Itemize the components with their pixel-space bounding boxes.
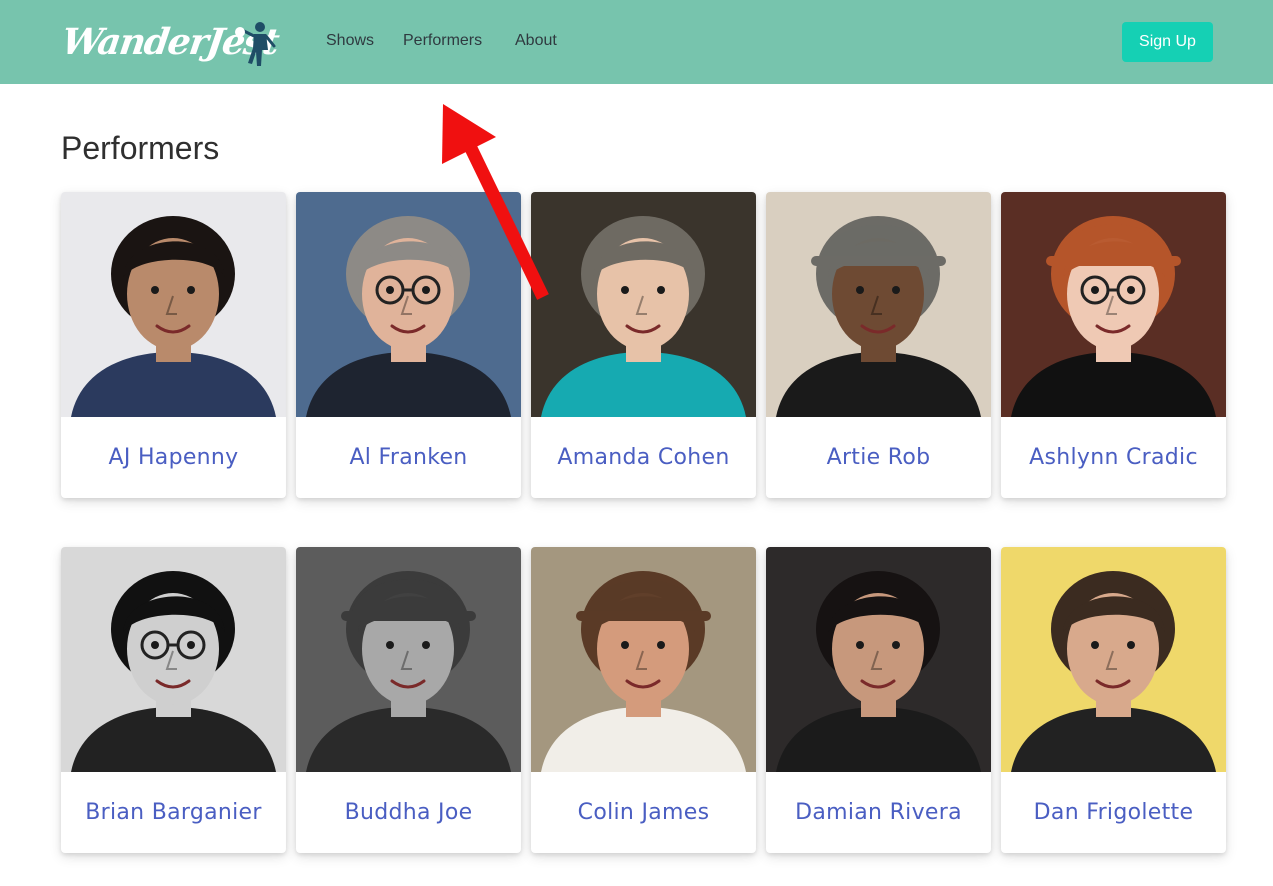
performer-photo[interactable] <box>296 547 521 772</box>
performer-photo[interactable] <box>61 547 286 772</box>
performer-photo[interactable] <box>766 547 991 772</box>
performer-name-link[interactable]: Damian Rivera <box>766 772 991 853</box>
performer-card[interactable]: Damian Rivera <box>766 547 991 853</box>
page-title: Performers <box>61 130 220 166</box>
nav-link-about[interactable]: About <box>515 32 557 50</box>
performer-card[interactable]: Amanda Cohen <box>531 192 756 498</box>
performer-photo[interactable] <box>61 192 286 417</box>
sign-up-button[interactable]: Sign Up <box>1122 22 1213 62</box>
performer-name-link[interactable]: Buddha Joe <box>296 772 521 853</box>
performer-name-link[interactable]: Brian Barganier <box>61 772 286 853</box>
performer-photo[interactable] <box>766 192 991 417</box>
performer-photo[interactable] <box>531 547 756 772</box>
performer-name-link[interactable]: AJ Hapenny <box>61 417 286 498</box>
nav-link-shows[interactable]: Shows <box>326 32 374 50</box>
performer-name-link[interactable]: Amanda Cohen <box>531 417 756 498</box>
performer-card[interactable]: Colin James <box>531 547 756 853</box>
top-navbar: WanderJest Shows Performers About Sign U… <box>0 0 1273 84</box>
performer-card[interactable]: Al Franken <box>296 192 521 498</box>
performer-name-link[interactable]: Dan Frigolette <box>1001 772 1226 853</box>
performer-name-link[interactable]: Ashlynn Cradic <box>1001 417 1226 498</box>
performer-name-link[interactable]: Colin James <box>531 772 756 853</box>
performer-name-link[interactable]: Al Franken <box>296 417 521 498</box>
performer-name-link[interactable]: Artie Rob <box>766 417 991 498</box>
wanderer-logo-icon <box>235 22 276 66</box>
performer-photo[interactable] <box>1001 192 1226 417</box>
performer-card[interactable]: Dan Frigolette <box>1001 547 1226 853</box>
performer-card[interactable]: Brian Barganier <box>61 547 286 853</box>
performer-photo[interactable] <box>296 192 521 417</box>
performer-photo[interactable] <box>531 192 756 417</box>
nav-link-performers[interactable]: Performers <box>403 32 482 50</box>
performer-card[interactable]: Artie Rob <box>766 192 991 498</box>
performer-card[interactable]: Buddha Joe <box>296 547 521 853</box>
wanderjest-logo[interactable]: WanderJest <box>59 12 281 72</box>
performer-photo[interactable] <box>1001 547 1226 772</box>
performer-card[interactable]: AJ Hapenny <box>61 192 286 498</box>
performer-card[interactable]: Ashlynn Cradic <box>1001 192 1226 498</box>
